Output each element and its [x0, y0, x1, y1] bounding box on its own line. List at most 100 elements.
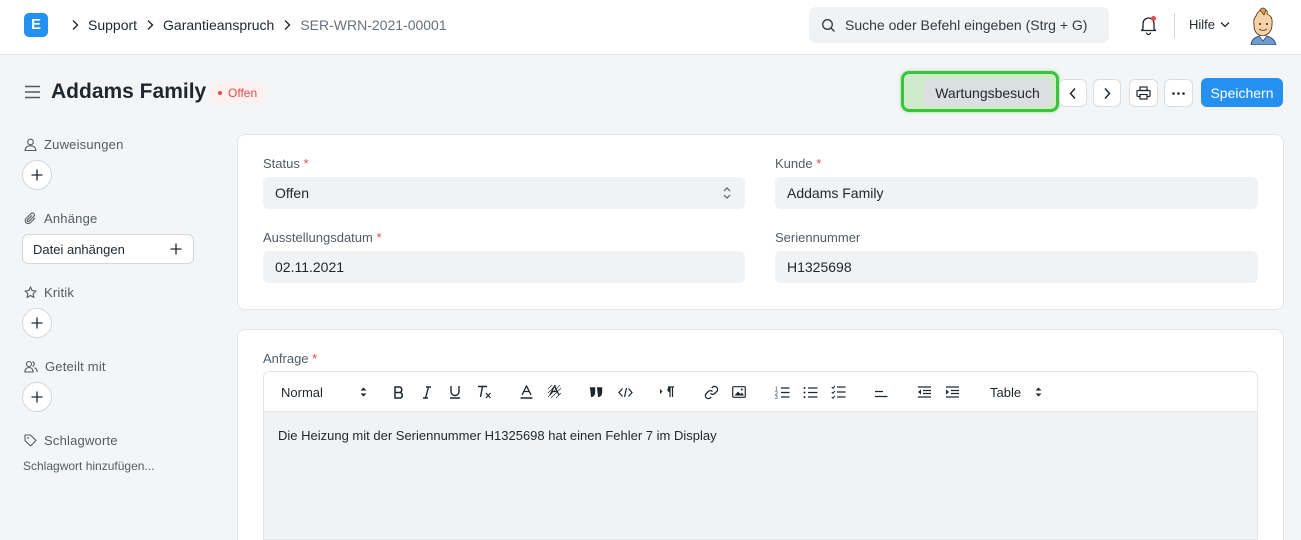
sidebar-assignments-label: Zuweisungen [44, 137, 124, 152]
sidebar-attachments-label: Anhänge [44, 211, 98, 226]
help-dropdown[interactable]: Hilfe [1189, 17, 1230, 32]
avatar[interactable] [1246, 7, 1280, 45]
indent-icon [945, 386, 959, 398]
image-button[interactable] [730, 382, 748, 402]
check-list-button[interactable] [829, 382, 847, 402]
date-value: 02.11.2021 [275, 259, 345, 275]
plus-icon [31, 391, 43, 403]
underline-icon [450, 386, 460, 399]
select-arrows-icon [723, 187, 731, 199]
breadcrumb: Support Garantieanspruch SER-WRN-2021-00… [62, 0, 447, 50]
sidebar-review: Kritik [24, 285, 74, 300]
print-button[interactable] [1129, 79, 1158, 107]
breadcrumb-current[interactable]: SER-WRN-2021-00001 [300, 17, 446, 33]
align-left-icon [875, 390, 888, 398]
menu-icon[interactable] [24, 85, 41, 99]
style-select[interactable]: Normal [281, 382, 367, 402]
style-select-value: Normal [281, 384, 323, 400]
rich-text-editor: Normal 123 Table Die Heizung mit der Ser… [263, 371, 1258, 540]
table-select[interactable]: Table [990, 382, 1042, 402]
serial-field[interactable]: H1325698 [775, 251, 1258, 283]
editor-toolbar: Normal 123 Table [264, 372, 1257, 412]
breadcrumb-warranty-claim[interactable]: Garantieanspruch [163, 17, 274, 33]
link-button[interactable] [702, 382, 720, 402]
image-icon [732, 386, 746, 398]
navbar: E Support Garantieanspruch SER-WRN-2021-… [0, 0, 1301, 55]
app-logo[interactable]: E [24, 13, 48, 37]
printer-icon [1136, 86, 1151, 100]
sidebar-shared-with-label: Geteilt mit [45, 359, 106, 374]
paragraph-direction-icon [660, 386, 674, 397]
chevron-right-icon [283, 19, 291, 31]
page-title: Addams Family [51, 80, 207, 103]
date-field[interactable]: 02.11.2021 [263, 251, 745, 283]
breadcrumb-support[interactable]: Support [88, 17, 137, 33]
serial-value: H1325698 [787, 259, 852, 275]
sidebar-attachments: Anhänge [24, 211, 97, 226]
search-placeholder: Suche oder Befehl eingeben (Strg + G) [845, 17, 1088, 33]
paperclip-icon [24, 212, 36, 225]
font-color-icon [520, 385, 532, 399]
previous-button[interactable] [1059, 79, 1087, 107]
chevron-right-icon [1104, 87, 1111, 99]
more-button[interactable] [1164, 79, 1193, 107]
save-button[interactable]: Speichern [1201, 78, 1283, 107]
check-list-icon [830, 385, 845, 399]
code-block-button[interactable] [616, 382, 634, 402]
blockquote-button[interactable] [588, 382, 604, 402]
underline-button[interactable] [447, 382, 463, 402]
outdent-button[interactable] [915, 382, 933, 402]
next-button[interactable] [1093, 79, 1121, 107]
star-icon [24, 286, 37, 299]
status-select[interactable]: Offen [263, 177, 745, 209]
status-value: Offen [275, 185, 309, 201]
more-icon [1172, 91, 1185, 95]
text-direction-button[interactable] [658, 382, 676, 402]
align-button[interactable] [872, 382, 890, 402]
italic-button[interactable] [419, 382, 435, 402]
search-input[interactable]: Suche oder Befehl eingeben (Strg + G) [809, 7, 1109, 43]
search-icon [822, 18, 835, 32]
select-arrows-icon [360, 387, 367, 397]
quote-icon [590, 387, 603, 397]
bold-button[interactable] [391, 382, 407, 402]
customer-value: Addams Family [787, 185, 884, 201]
font-color-button[interactable] [518, 382, 534, 402]
users-icon [24, 360, 38, 373]
outdent-icon [917, 386, 931, 398]
serial-label: Seriennummer [775, 230, 861, 245]
code-icon [617, 387, 633, 397]
status-badge-label: Offen [228, 86, 258, 100]
background-color-icon [547, 385, 561, 399]
background-color-button[interactable] [545, 382, 563, 402]
link-icon [704, 385, 718, 399]
add-review-button[interactable] [22, 308, 52, 338]
customer-field[interactable]: Addams Family [775, 177, 1258, 209]
clear-format-icon [477, 385, 491, 399]
editor-content[interactable]: Die Heizung mit der Seriennummer H132569… [264, 412, 1257, 539]
svg-text:3: 3 [775, 395, 778, 399]
bold-icon [394, 385, 403, 399]
tag-icon [24, 434, 37, 447]
attach-file-label: Datei anhängen [33, 241, 125, 257]
chevron-right-icon [146, 19, 154, 31]
bullet-list-button[interactable] [801, 382, 819, 402]
clear-format-button[interactable] [475, 382, 493, 402]
plus-icon [170, 243, 182, 255]
add-tag-link[interactable]: Schlagwort hinzufügen... [23, 459, 154, 473]
add-assignment-button[interactable] [22, 160, 52, 190]
sidebar-shared-with: Geteilt mit [24, 359, 106, 374]
add-share-button[interactable] [22, 382, 52, 412]
chevron-right-icon [71, 19, 79, 31]
chevron-down-icon [1220, 22, 1230, 28]
sidebar-tags: Schlagworte [24, 433, 118, 448]
indent-button[interactable] [943, 382, 961, 402]
table-select-label: Table [990, 384, 1022, 400]
bullet-list-icon [803, 386, 817, 398]
notification-dot [1151, 16, 1156, 21]
editor-text: Die Heizung mit der Seriennummer H132569… [278, 428, 717, 443]
details-card: Status * Offen Kunde * Addams Family Aus… [237, 134, 1284, 310]
maintenance-visit-button[interactable]: Wartungsbesuch [924, 79, 1051, 106]
ordered-list-button[interactable]: 123 [773, 382, 791, 402]
attach-file-button[interactable]: Datei anhängen [22, 234, 194, 264]
